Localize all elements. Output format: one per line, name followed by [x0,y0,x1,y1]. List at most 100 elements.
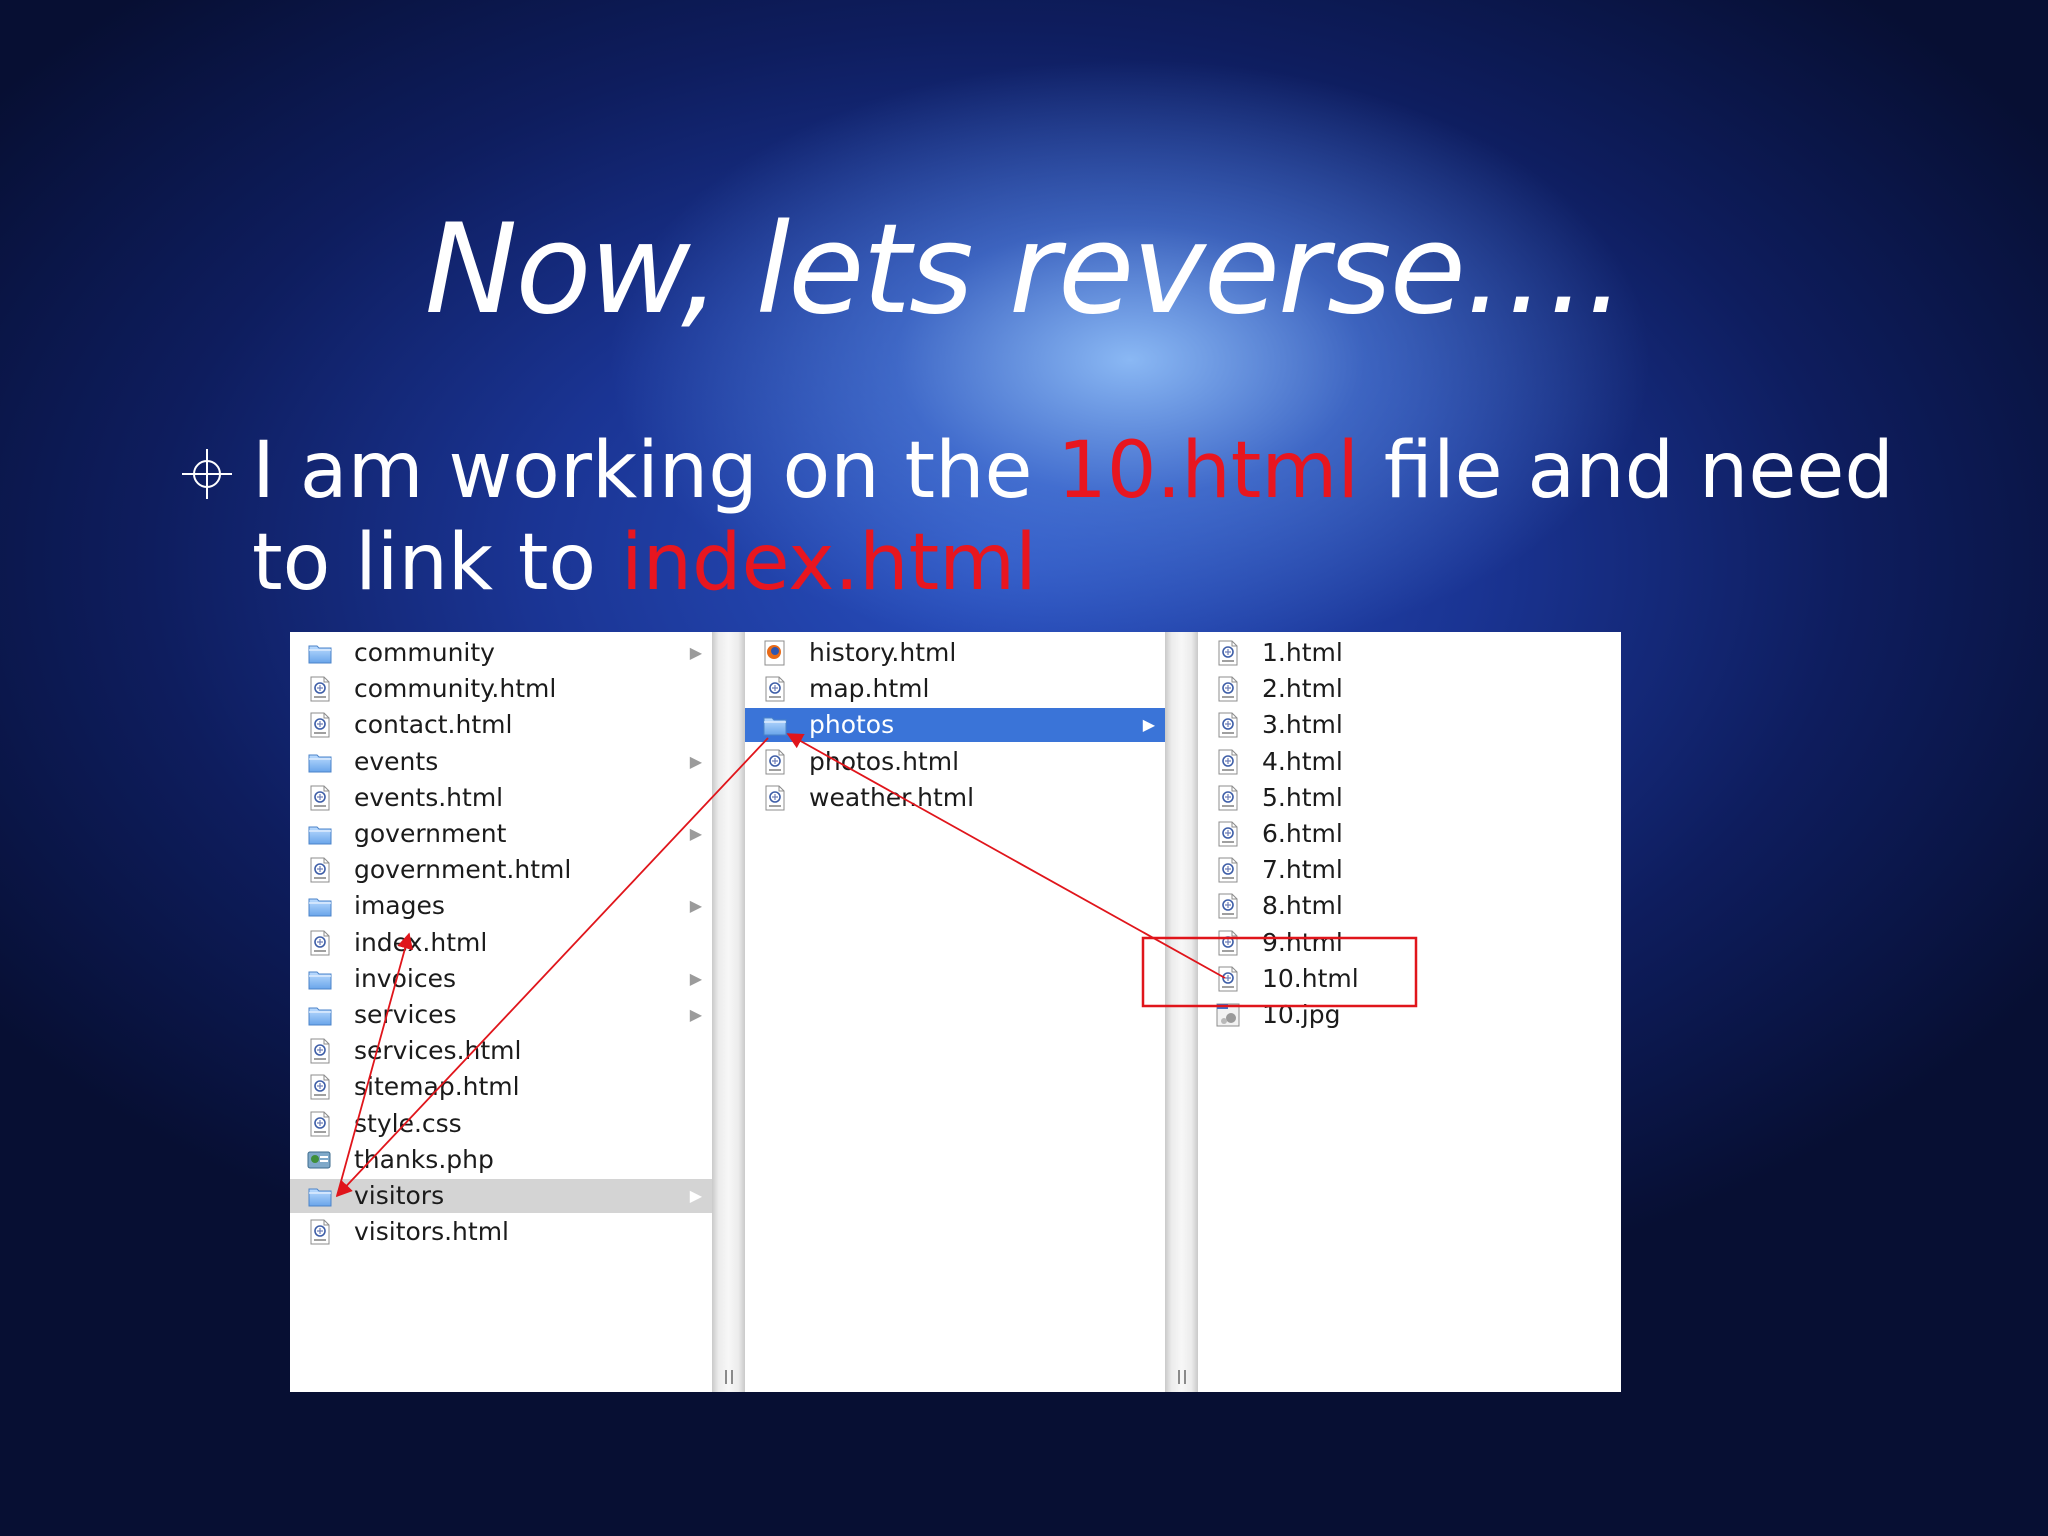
file-row-6-html[interactable]: 6.html [1198,817,1621,851]
item-label: community.html [354,674,557,704]
html-document-icon [306,1218,334,1246]
file-row-services-html[interactable]: services.html [290,1034,712,1068]
folder-icon [306,1001,334,1029]
item-label: 3.html [1262,710,1343,740]
html-document-icon [761,748,789,776]
file-row-photos-html[interactable]: photos.html [745,745,1165,779]
html-document-icon [1214,784,1242,812]
html-document-icon [306,784,334,812]
column-divider-2[interactable] [1165,632,1198,1392]
item-label: style.css [354,1108,462,1138]
item-label: weather.html [809,782,975,812]
folder-row-photos[interactable]: photos ▶ [745,708,1165,743]
file-row-sitemap-html[interactable]: sitemap.html [290,1070,712,1104]
html-document-icon [306,1037,334,1065]
html-document-icon [1214,820,1242,848]
file-row-weather-html[interactable]: weather.html [745,781,1165,815]
bullet-text-part1: I am working on the [252,426,1058,516]
folder-row-government[interactable]: government ▶ [290,817,712,851]
column-divider-1[interactable] [712,632,745,1392]
file-row-3-html[interactable]: 3.html [1198,708,1621,742]
item-label: community [354,638,495,667]
item-label: services [354,1000,457,1029]
html-document-icon [761,784,789,812]
html-document-icon [1214,748,1242,776]
file-row-8-html[interactable]: 8.html [1198,889,1621,923]
column-resize-grip-2[interactable] [1178,1370,1186,1384]
item-label: photos.html [809,746,960,776]
item-label: 6.html [1262,819,1343,848]
html-document-icon [1214,856,1242,884]
column-resize-grip-1[interactable] [725,1370,733,1384]
item-label: 2.html [1262,674,1343,704]
item-label: visitors [354,1181,445,1210]
highlight-index-html: index.html [620,518,1037,608]
file-row-4-html[interactable]: 4.html [1198,745,1621,779]
html-document-icon [1214,929,1242,957]
item-label: government [354,819,507,848]
folder-row-community[interactable]: community ▶ [290,636,712,670]
html-document-icon [1214,711,1242,739]
disclosure-arrow-icon: ▶ [689,1005,702,1024]
folder-icon [306,1182,334,1210]
item-label: government.html [354,855,572,885]
folder-row-images[interactable]: images ▶ [290,889,712,923]
folder-icon [306,748,334,776]
item-label: invoices [354,963,456,993]
file-row-9-html[interactable]: 9.html [1198,926,1621,960]
crosshair-bullet-icon [182,449,232,499]
html-document-icon [306,856,334,884]
file-row-contact-html[interactable]: contact.html [290,708,712,742]
disclosure-arrow-icon: ▶ [1142,715,1155,735]
item-label: services.html [354,1036,522,1066]
item-label: photos [809,710,895,740]
finder-column-3: 1.html 2.html 3.html 4.html 5.html 6.html 7.ht… [1198,632,1621,1392]
slide: Now, lets reverse…. I am working on the … [0,0,2048,1536]
file-row-thanks-php[interactable]: thanks.php [290,1143,712,1177]
file-row-government-html[interactable]: government.html [290,853,712,887]
file-row-5-html[interactable]: 5.html [1198,781,1621,815]
file-row-visitors-html[interactable]: visitors.html [290,1215,712,1249]
folder-row-services[interactable]: services ▶ [290,998,712,1032]
finder-column-2: history.html map.html photos ▶ photos.html we… [745,632,1165,1392]
bullet-text: I am working on the 10.html file and nee… [252,425,1972,609]
html-document-icon [1214,892,1242,920]
file-row-1-html[interactable]: 1.html [1198,636,1621,670]
disclosure-arrow-icon: ▶ [689,751,702,771]
item-label: visitors.html [354,1217,510,1247]
disclosure-arrow-icon: ▶ [689,968,702,988]
html-document-icon [306,1073,334,1101]
file-row-10-jpg[interactable]: 10.jpg [1198,998,1621,1032]
html-document-icon [1214,675,1242,703]
disclosure-arrow-icon: ▶ [689,643,702,662]
folder-icon [306,965,334,993]
folder-row-visitors[interactable]: visitors ▶ [290,1179,712,1213]
folder-icon [306,639,334,667]
file-row-style-css[interactable]: style.css [290,1107,712,1141]
item-label: events.html [354,782,504,812]
item-label: 10.jpg [1262,1000,1341,1029]
file-row-map-html[interactable]: map.html [745,672,1165,706]
file-row-history-html[interactable]: history.html [745,636,1165,670]
file-row-events-html[interactable]: events.html [290,781,712,815]
item-label: events [354,746,439,776]
file-row-2-html[interactable]: 2.html [1198,672,1621,706]
slide-title: Now, lets reverse…. [424,198,1626,342]
highlight-10-html: 10.html [1057,426,1360,516]
item-label: 4.html [1262,746,1343,776]
file-row-community-html[interactable]: community.html [290,672,712,706]
folder-row-events[interactable]: events ▶ [290,745,712,779]
html-document-icon [306,711,334,739]
php-file-icon [306,1146,334,1174]
folder-row-invoices[interactable]: invoices ▶ [290,962,712,996]
firefox-document-icon [761,639,789,667]
item-label: history.html [809,638,957,667]
item-label: thanks.php [354,1144,494,1174]
file-row-index-html[interactable]: index.html [290,926,712,960]
html-document-icon [306,929,334,957]
file-row-7-html[interactable]: 7.html [1198,853,1621,887]
html-document-icon [1214,639,1242,667]
item-label: sitemap.html [354,1072,520,1102]
file-row-10-html[interactable]: 10.html [1198,962,1621,996]
finder-column-1: community ▶ community.html contact.html even… [290,632,712,1392]
